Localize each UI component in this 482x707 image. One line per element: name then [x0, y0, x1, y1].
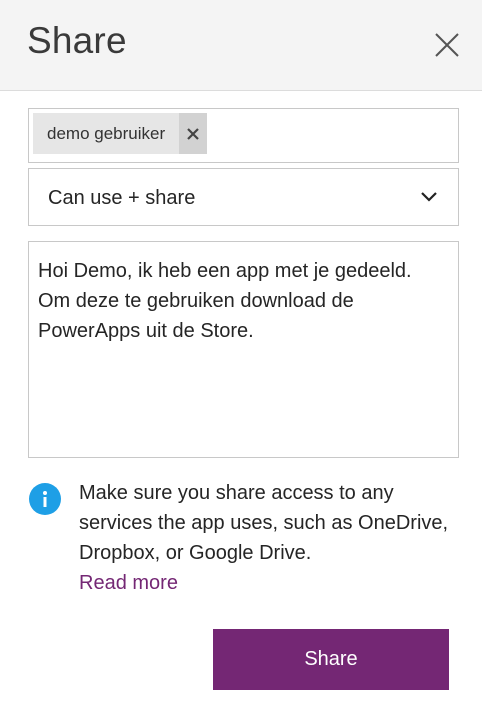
recipient-remove-button[interactable]	[179, 113, 208, 154]
panel-header: Share	[0, 0, 482, 91]
share-panel: Share demo gebruiker Can use + share Hoi…	[0, 0, 482, 707]
info-glyph	[43, 491, 47, 507]
recipient-chip-label: demo gebruiker	[47, 123, 166, 143]
share-button[interactable]: Share	[213, 629, 449, 690]
info-icon	[29, 483, 61, 515]
notice-text: Make sure you share access to any servic…	[79, 482, 449, 564]
close-button[interactable]	[434, 32, 460, 58]
permission-selected-value: Can use + share	[48, 187, 196, 209]
read-more-link[interactable]: Read more	[79, 568, 178, 598]
close-icon	[435, 33, 459, 57]
recipient-chip: demo gebruiker	[33, 113, 208, 154]
chevron-down-icon	[421, 192, 437, 202]
notice-block: Make sure you share access to any servic…	[79, 478, 469, 598]
permission-dropdown[interactable]: Can use + share	[28, 168, 459, 226]
recipient-input[interactable]: demo gebruiker	[28, 108, 459, 163]
panel-title: Share	[27, 20, 127, 61]
remove-x-icon	[187, 127, 199, 140]
message-textarea[interactable]: Hoi Demo, ik heb een app met je gedeeld.…	[28, 241, 459, 458]
